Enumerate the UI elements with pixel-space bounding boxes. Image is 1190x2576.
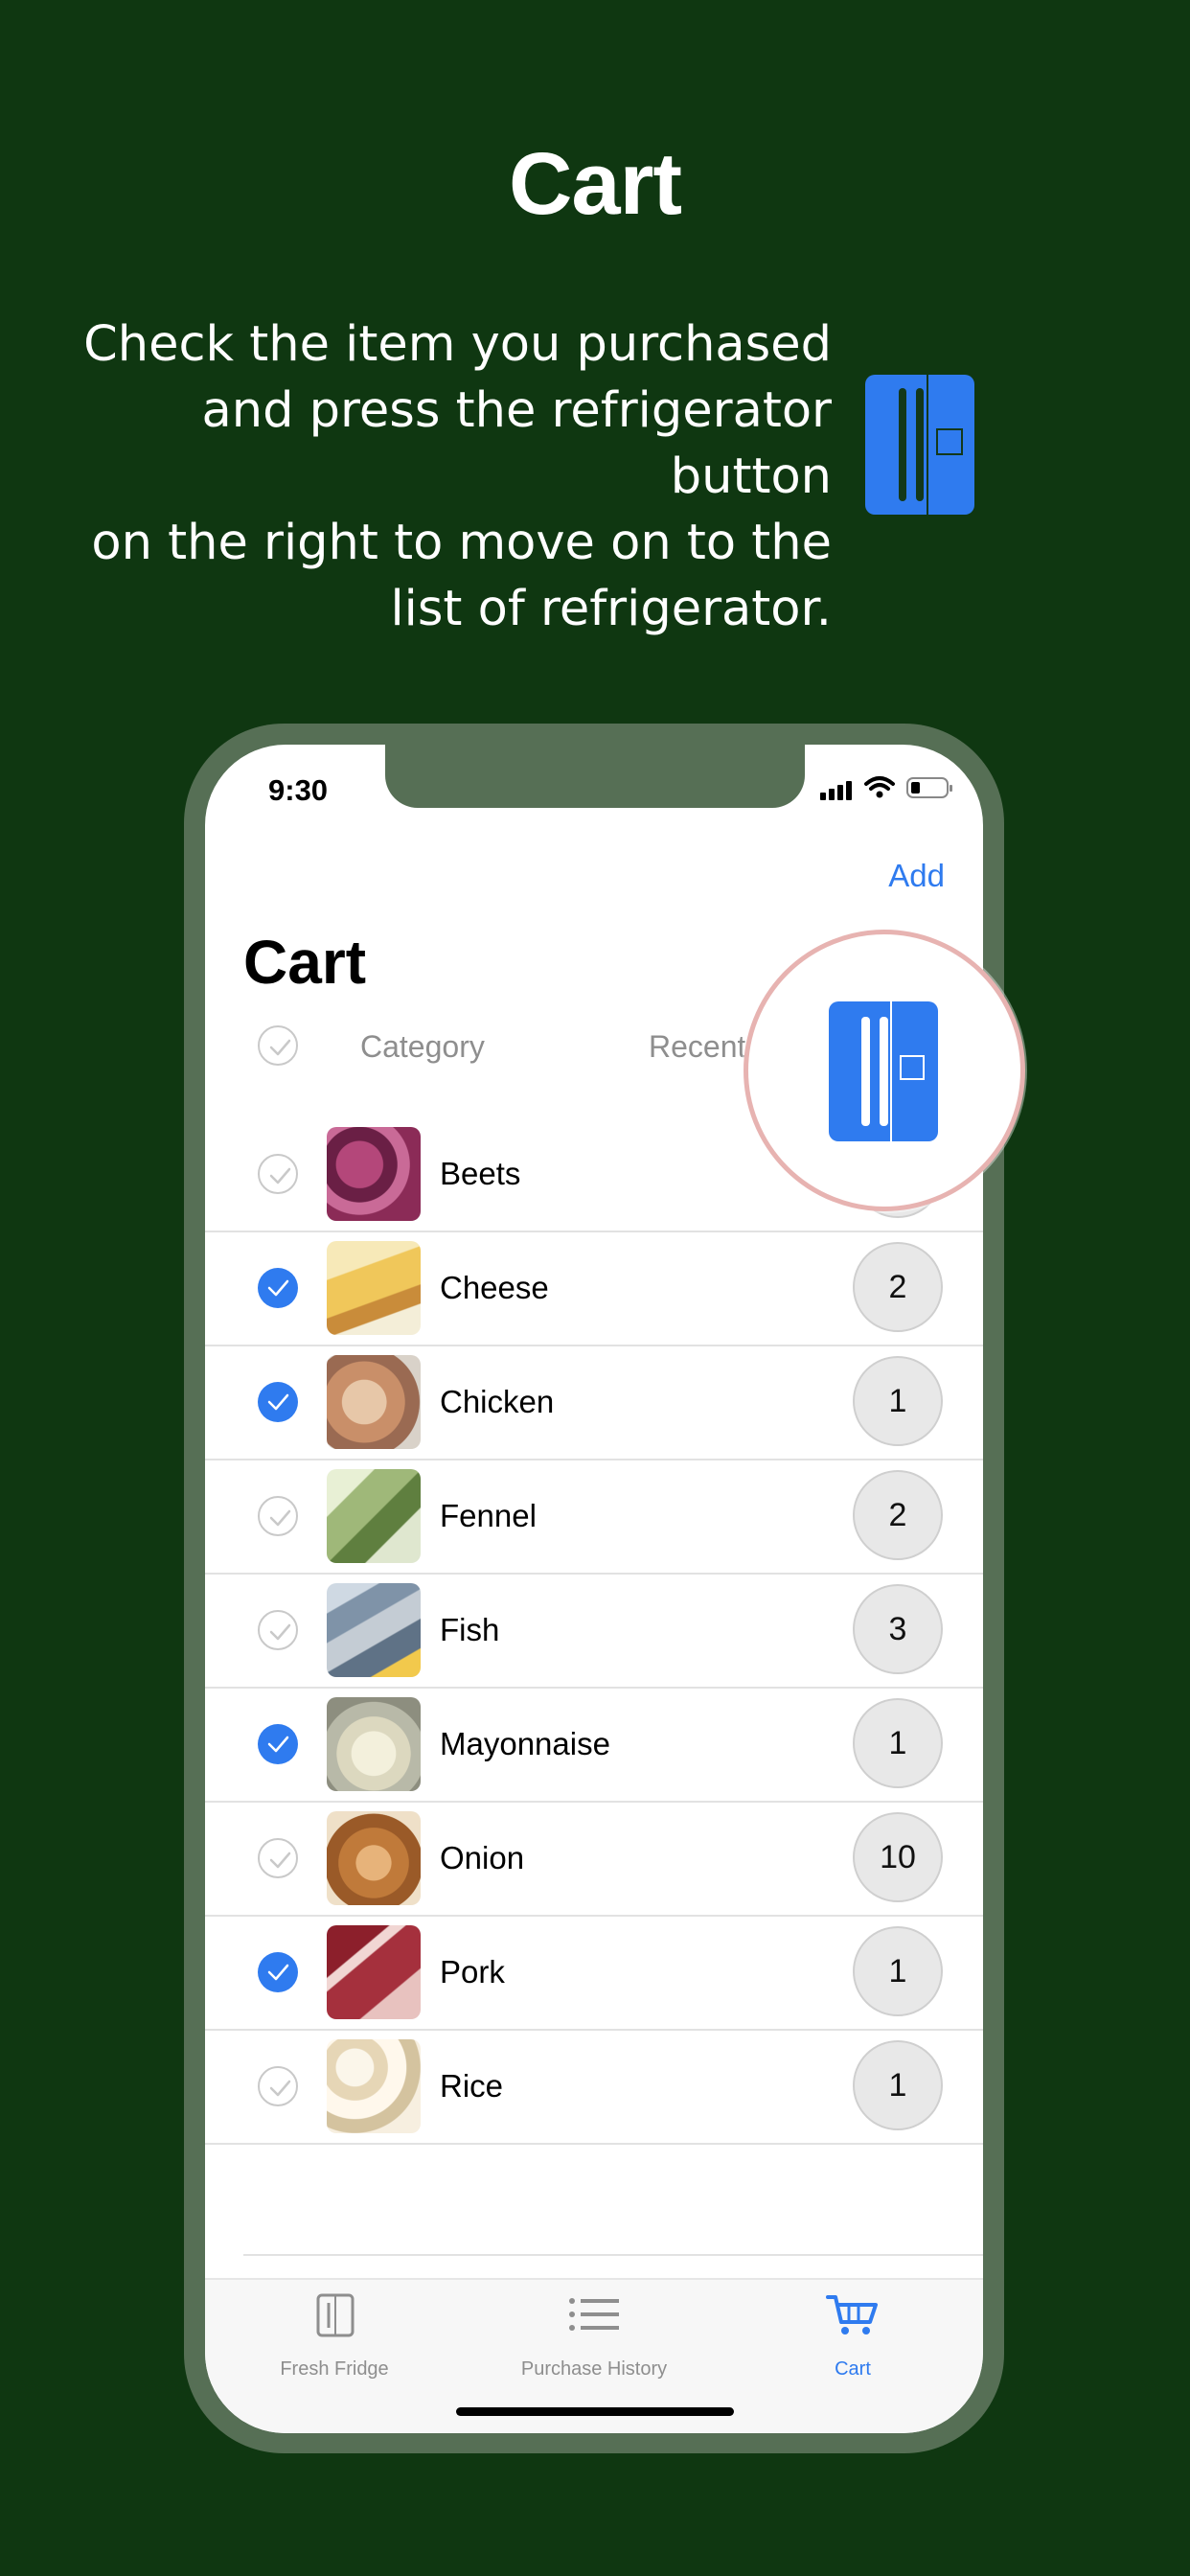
cart-icon (826, 2295, 878, 2334)
item-name: Cheese (440, 1270, 549, 1305)
item-name: Beets (440, 1156, 521, 1191)
list-item[interactable]: Mayonnaise 1 (205, 1688, 983, 1803)
item-checkbox[interactable] (258, 1952, 298, 1992)
item-checkbox[interactable] (258, 1154, 298, 1194)
home-indicator (456, 2407, 734, 2416)
quantity-badge[interactable]: 1 (853, 1356, 943, 1446)
promo-description: Check the item you purchased and press t… (46, 311, 832, 642)
fridge-tab-icon (316, 2293, 355, 2337)
sort-category[interactable]: Category (360, 1029, 485, 1065)
promo-headline: Cart (508, 135, 682, 233)
move-to-fridge-button[interactable] (829, 1001, 938, 1141)
quantity-badge[interactable]: 3 (853, 1584, 943, 1674)
promo-description-line: and press the refrigerator button (201, 382, 832, 505)
list-item[interactable]: Cheese 2 (205, 1231, 983, 1346)
tab-label: Cart (835, 2358, 871, 2380)
checkmark-icon (269, 2080, 291, 2097)
item-name: Fish (440, 1612, 500, 1647)
item-thumbnail (327, 1241, 421, 1335)
item-name: Onion (440, 1840, 525, 1875)
tab-cart[interactable]: Cart (723, 2280, 982, 2395)
item-checkbox[interactable] (258, 1496, 298, 1536)
status-time: 9:30 (268, 773, 329, 807)
wifi-icon (864, 776, 895, 798)
checkmark-icon (269, 1623, 291, 1641)
list-item[interactable]: Pork 1 (205, 1916, 983, 2031)
item-name: Fennel (440, 1498, 537, 1533)
item-thumbnail (327, 1697, 421, 1791)
checkmark-icon (267, 1964, 289, 1981)
item-name: Mayonnaise (440, 1726, 610, 1761)
item-checkbox[interactable] (258, 1268, 298, 1308)
item-checkbox[interactable] (258, 1382, 298, 1422)
select-all-checkbox[interactable] (258, 1025, 298, 1066)
page-title: Cart (243, 928, 367, 997)
status-icons (820, 775, 954, 804)
item-thumbnail (327, 1355, 421, 1449)
item-name: Chicken (440, 1384, 555, 1419)
item-name: Rice (440, 2068, 504, 2104)
item-checkbox[interactable] (258, 1610, 298, 1650)
quantity-badge[interactable]: 2 (853, 1242, 943, 1332)
list-item[interactable]: Chicken 1 (205, 1346, 983, 1460)
item-name: Pork (440, 1954, 505, 1990)
item-thumbnail (327, 2039, 421, 2133)
quantity-badge[interactable]: 1 (853, 2040, 943, 2130)
list-item[interactable]: Rice 1 (205, 2030, 983, 2145)
promo-description-line: Check the item you purchased (83, 316, 832, 373)
checkmark-icon (267, 1393, 289, 1411)
refrigerator-icon (865, 375, 974, 515)
tab-fresh-fridge[interactable]: Fresh Fridge (205, 2280, 464, 2395)
quantity-badge[interactable]: 10 (853, 1812, 943, 1902)
move-to-fridge-callout (744, 930, 1025, 1211)
sort-recent[interactable]: Recent (649, 1029, 745, 1065)
item-checkbox[interactable] (258, 1838, 298, 1878)
tab-label: Fresh Fridge (280, 2358, 389, 2380)
tab-purchase-history[interactable]: Purchase History (465, 2280, 723, 2395)
list-item[interactable]: Onion 10 (205, 1802, 983, 1917)
item-thumbnail (327, 1583, 421, 1677)
item-thumbnail (327, 1925, 421, 2019)
promo-description-line: list of refrigerator. (390, 581, 832, 637)
promo-description-line: on the right to move on to the (91, 515, 832, 571)
checkmark-icon (267, 1736, 289, 1753)
item-thumbnail (327, 1127, 421, 1221)
item-checkbox[interactable] (258, 1724, 298, 1764)
checkmark-icon (269, 1852, 291, 1869)
item-thumbnail (327, 1469, 421, 1563)
list-divider (243, 2254, 983, 2256)
tab-label: Purchase History (520, 2358, 668, 2380)
item-thumbnail (327, 1811, 421, 1905)
checkmark-icon (269, 1509, 291, 1527)
add-button[interactable]: Add (888, 858, 945, 894)
item-checkbox[interactable] (258, 2066, 298, 2106)
checkmark-icon (269, 1167, 291, 1184)
checkmark-icon (267, 1279, 289, 1297)
quantity-badge[interactable]: 2 (853, 1470, 943, 1560)
list-item[interactable]: Fennel 2 (205, 1460, 983, 1575)
list-icon (569, 2298, 619, 2331)
list-item[interactable]: Fish 3 (205, 1574, 983, 1689)
checkmark-icon (269, 1039, 291, 1056)
battery-icon (906, 777, 952, 798)
notch (385, 745, 805, 808)
quantity-badge[interactable]: 1 (853, 1698, 943, 1788)
quantity-badge[interactable]: 1 (853, 1926, 943, 2016)
